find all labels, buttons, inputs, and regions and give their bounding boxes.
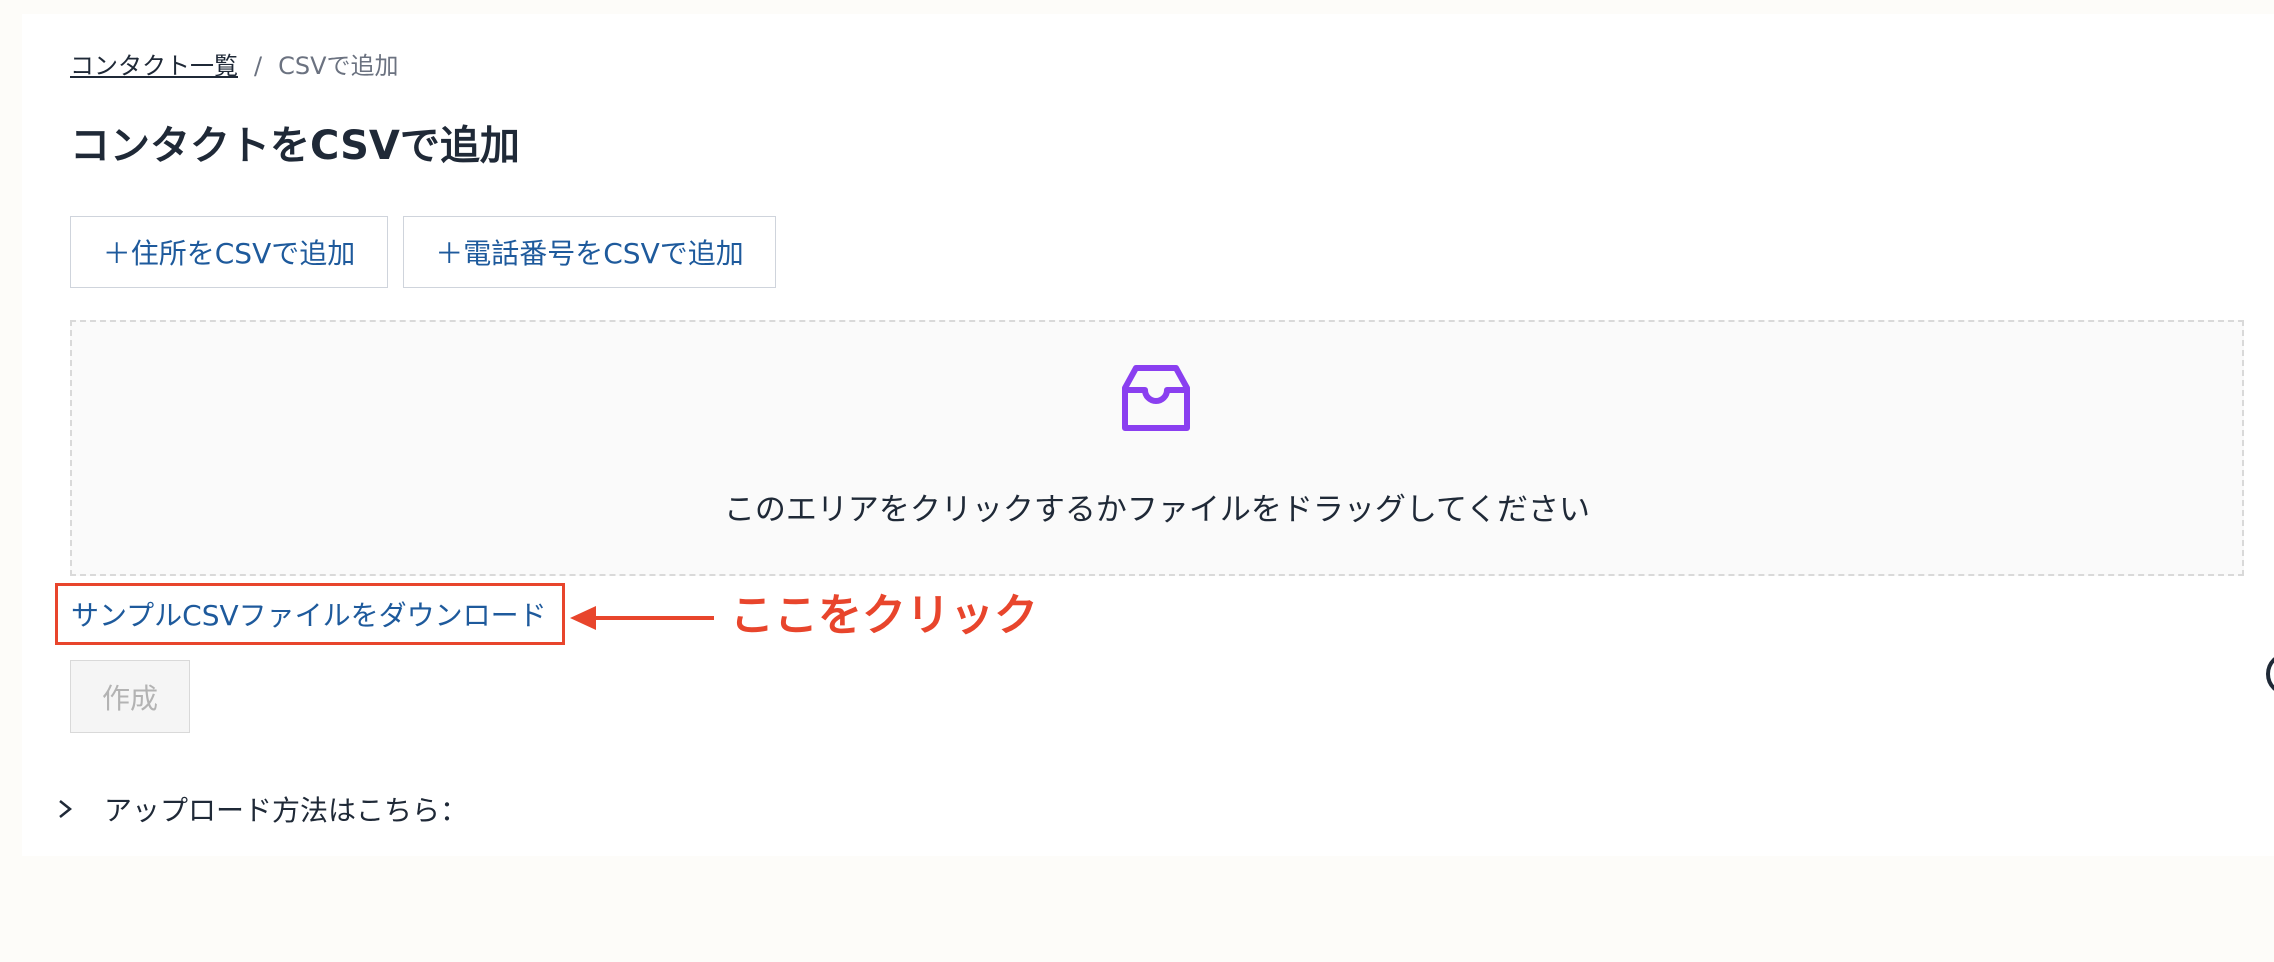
dropzone-text: このエリアをクリックするかファイルをドラッグしてください (723, 492, 1591, 528)
chevron-right-icon (59, 800, 73, 818)
annotation-arrow-icon (570, 606, 714, 630)
annotation-label: ここをクリック (730, 590, 1038, 641)
breadcrumb-separator: / (254, 52, 263, 80)
breadcrumb: コンタクト一覧 / CSVで追加 (70, 50, 399, 82)
page: コンタクト一覧 / CSVで追加 コンタクトをCSVで追加 ＋住所をCSVで追加 ＋… (0, 0, 2274, 962)
add-address-csv-button[interactable]: ＋住所をCSVで追加 (70, 216, 388, 288)
file-dropzone[interactable]: このエリアをクリックするかファイルをドラッグしてください (70, 320, 2244, 576)
sample-link-highlight: サンプルCSVファイルをダウンロード (55, 583, 565, 645)
add-phone-csv-button[interactable]: ＋電話番号をCSVで追加 (403, 216, 776, 288)
create-button[interactable]: 作成 (70, 660, 190, 733)
upload-help-label: アップロード方法はこちら： (104, 794, 469, 827)
upload-help-toggle[interactable]: アップロード方法はこちら： (56, 788, 468, 830)
download-sample-csv-link[interactable]: サンプルCSVファイルをダウンロード (71, 594, 547, 634)
breadcrumb-current: CSVで追加 (278, 52, 399, 80)
page-title: コンタクトをCSVで追加 (70, 123, 520, 169)
breadcrumb-contacts-link[interactable]: コンタクト一覧 (70, 52, 238, 80)
inbox-icon (1122, 365, 1190, 431)
